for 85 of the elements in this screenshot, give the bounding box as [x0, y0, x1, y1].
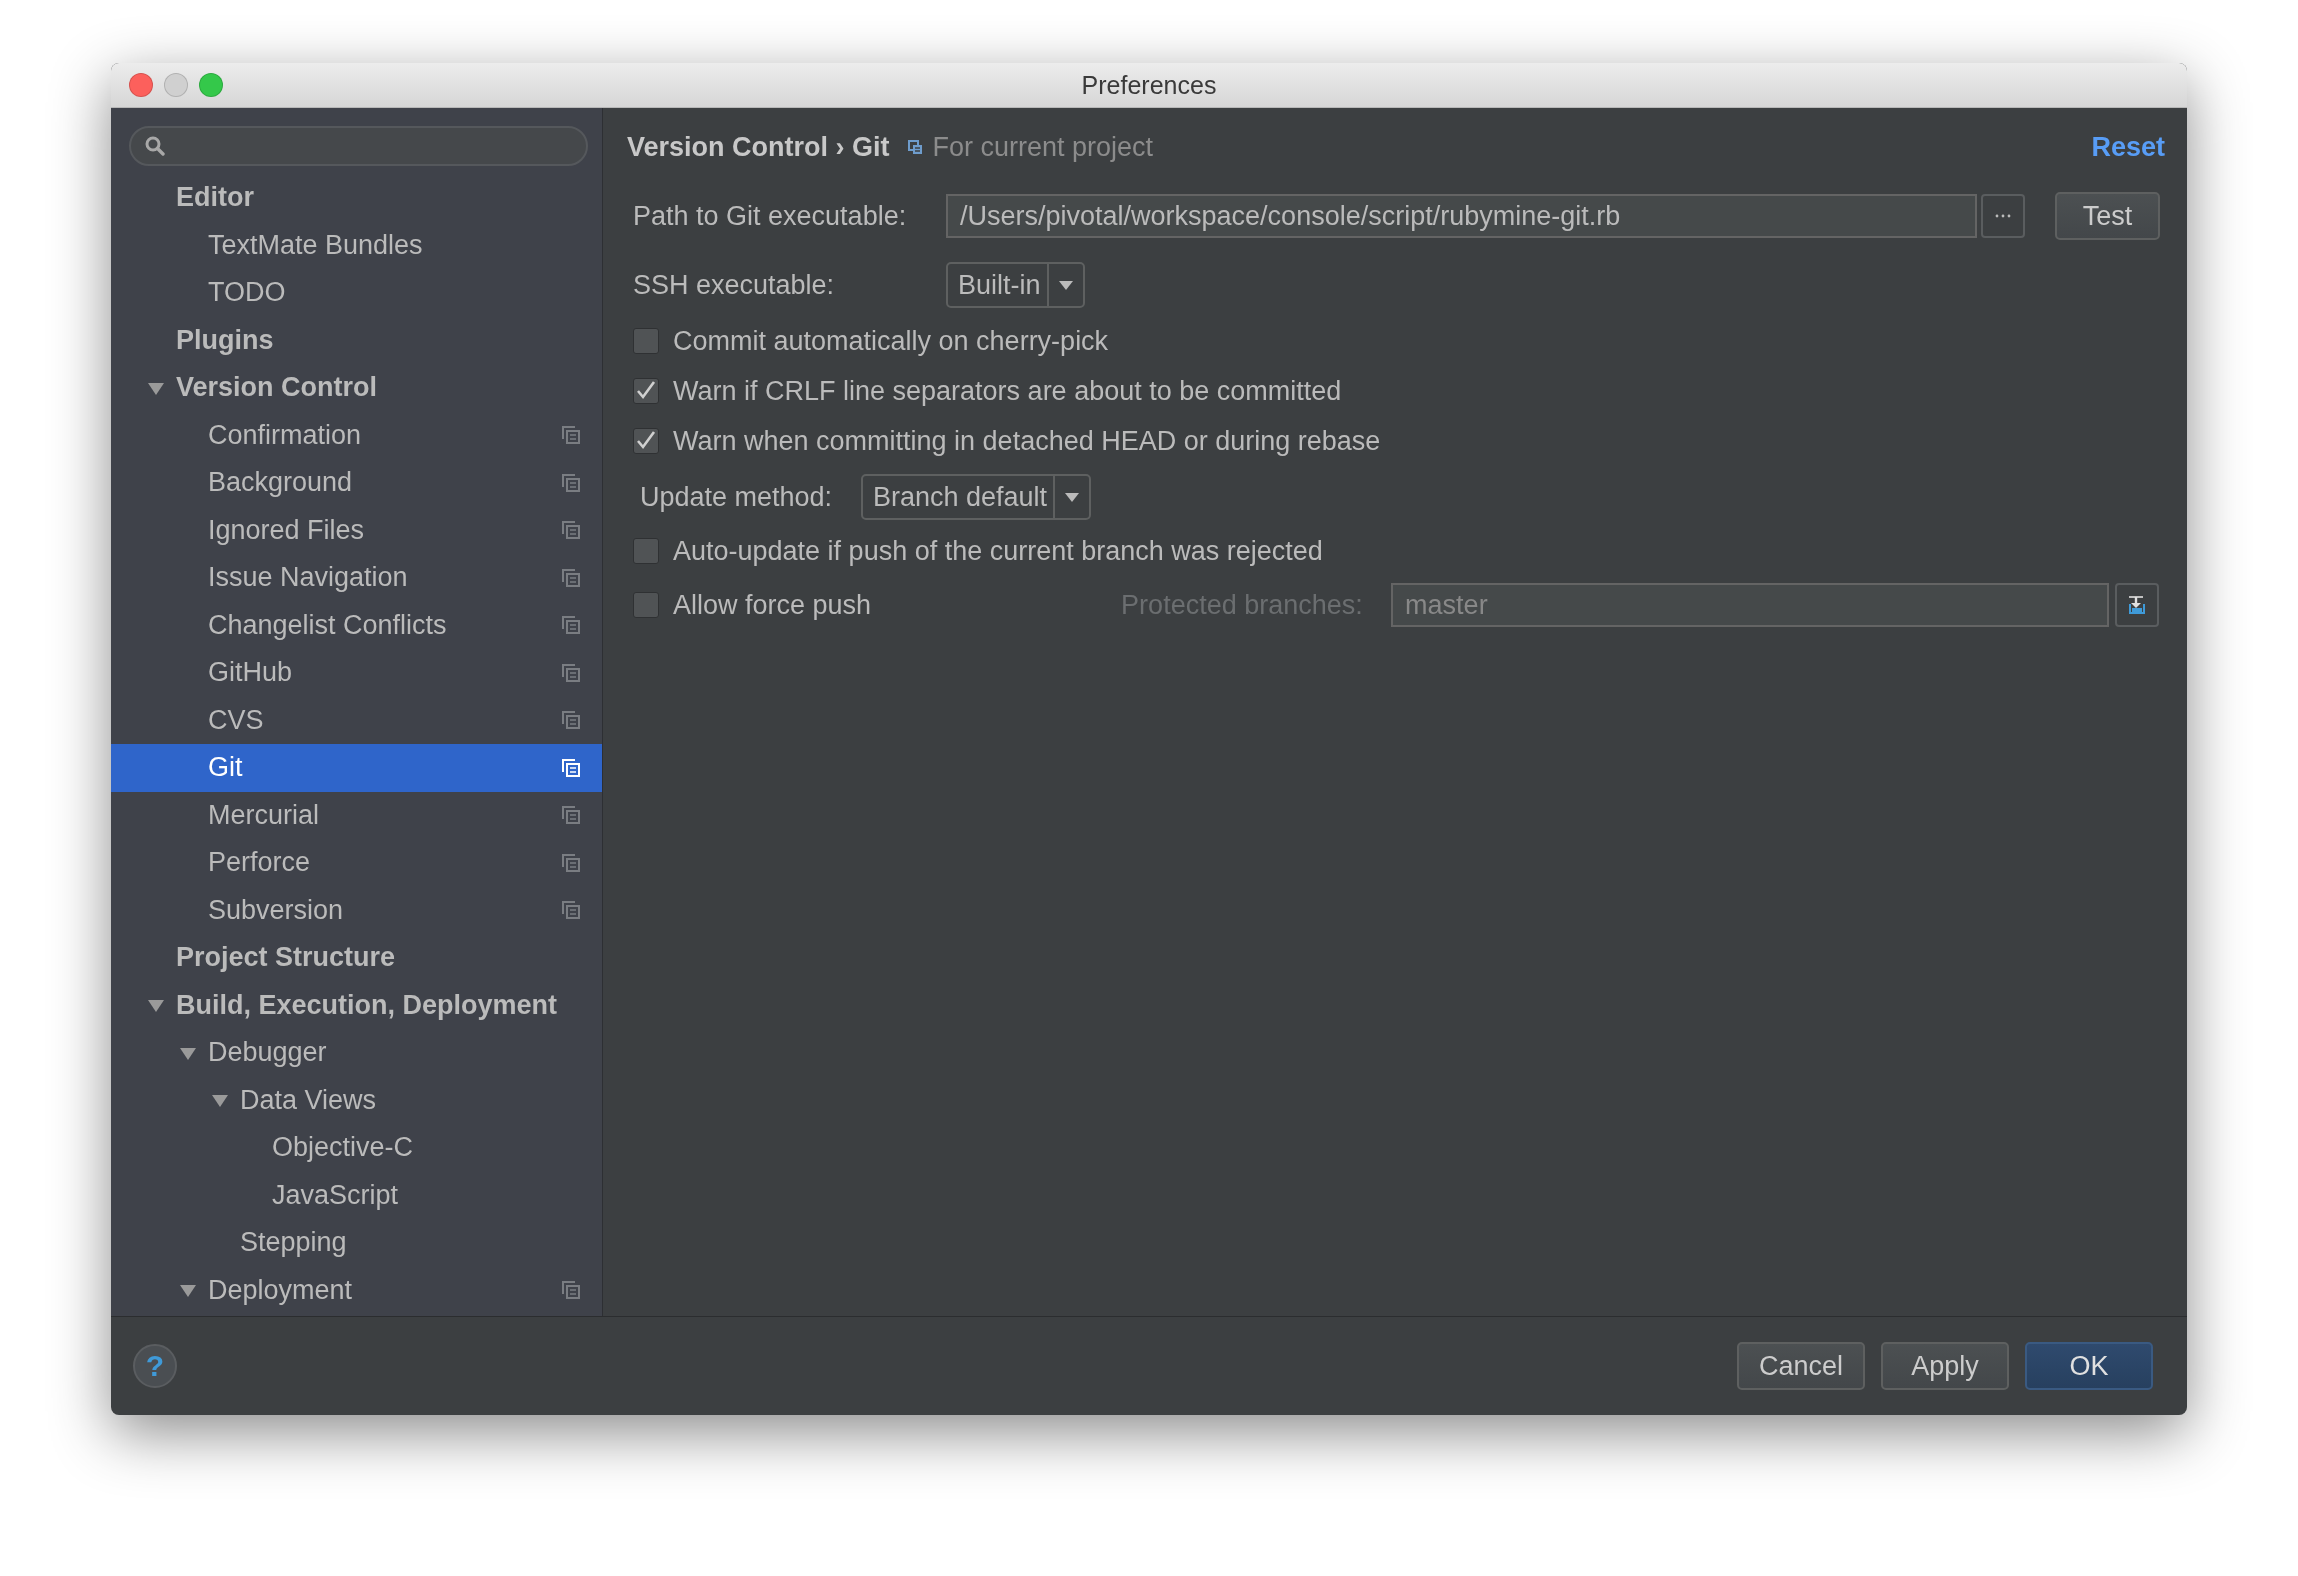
close-button[interactable]	[129, 73, 153, 97]
item-label: Confirmation	[208, 419, 363, 451]
item-label: Issue Navigation	[208, 562, 409, 594]
checkbox[interactable]	[633, 428, 659, 454]
checkbox[interactable]	[633, 538, 659, 564]
checkbox-label: Auto-update if push of the current branch was rejected	[673, 535, 1323, 567]
stacked-pages-icon	[907, 139, 923, 155]
item-label: JavaScript	[272, 1179, 400, 1211]
caret-icon	[1065, 492, 1080, 502]
checkbox[interactable]	[633, 328, 659, 354]
item-label: Changelist Conflicts	[208, 609, 448, 641]
item-label: Background	[208, 467, 354, 499]
tree-item[interactable]: Ignored Files	[111, 506, 602, 554]
item-label: Deployment	[208, 1274, 354, 1306]
item-label: Debugger	[208, 1037, 328, 1069]
item-label: Stepping	[240, 1227, 348, 1259]
caret-icon	[1058, 280, 1073, 290]
search-icon	[145, 136, 165, 156]
checkbox-label: Allow force push	[673, 589, 872, 621]
item-label: Objective-C	[272, 1132, 415, 1164]
item-label: Git	[208, 752, 244, 784]
tree-item[interactable]: TODO	[111, 269, 602, 317]
dialog-button[interactable]: Cancel	[1737, 1342, 1865, 1390]
tree-item[interactable]: Background	[111, 459, 602, 507]
dialog-button[interactable]: OK	[2025, 1342, 2153, 1390]
tree-item[interactable]: Perforce	[111, 839, 602, 887]
item-label: CVS	[208, 704, 265, 736]
item-label: Subversion	[208, 894, 345, 926]
expand-arrow-icon[interactable]	[148, 997, 164, 1014]
search-field[interactable]	[129, 126, 588, 166]
item-label: Mercurial	[208, 799, 321, 831]
tree-item[interactable]: Objective-C	[111, 1124, 602, 1172]
item-label: GitHub	[208, 657, 294, 689]
checkbox-label: Commit automatically on cherry-pick	[673, 325, 1109, 357]
tree-item[interactable]: Data Views	[111, 1076, 602, 1124]
import-button[interactable]	[2115, 583, 2160, 627]
scope-label: For current project	[932, 131, 1154, 163]
breadcrumb: Version Control › Git	[627, 131, 890, 163]
tree-item[interactable]: Project Structure	[111, 934, 602, 982]
item-label: Version Control	[176, 372, 379, 404]
tree-item[interactable]: Stepping	[111, 1219, 602, 1267]
path-field[interactable]: /Users/pivotal/workspace/console/script/rubymine-git.rb	[946, 194, 1977, 238]
item-label: Project Structure	[176, 942, 397, 974]
expand-arrow-icon[interactable]	[180, 1282, 196, 1299]
window-title: Preferences	[1081, 70, 1217, 100]
dialog-button[interactable]: Apply	[1881, 1342, 2009, 1390]
tree-item[interactable]: GitHub	[111, 649, 602, 697]
tree-item[interactable]: Git	[111, 744, 602, 792]
download-icon	[2127, 595, 2148, 615]
tree-item[interactable]: Subversion	[111, 886, 602, 934]
field-label: SSH executable:	[633, 269, 836, 301]
expand-arrow-icon[interactable]	[212, 1092, 228, 1109]
item-label: Perforce	[208, 847, 312, 879]
dropdown[interactable]: Built-in	[946, 262, 1085, 308]
tree-item[interactable]: Plugins	[111, 316, 602, 364]
tree-item[interactable]: JavaScript	[111, 1171, 602, 1219]
tree-item[interactable]: TextMate Bundles	[111, 221, 602, 269]
zoom-button[interactable]	[199, 73, 223, 97]
dropdown[interactable]: Branch default	[861, 474, 1092, 520]
tree-item[interactable]: Deployment	[111, 1266, 602, 1314]
checkbox-label: Warn if CRLF line separators are about to be committed	[673, 375, 1342, 407]
test-button[interactable]: Test	[2055, 192, 2160, 240]
checkbox-label: Warn when committing in detached HEAD or during rebase	[673, 425, 1381, 457]
item-label: Plugins	[176, 324, 275, 356]
item-label: Editor	[176, 182, 255, 214]
field-label: Update method:	[640, 481, 834, 513]
tree-item[interactable]: Confirmation	[111, 411, 602, 459]
tree-item[interactable]: Mercurial	[111, 791, 602, 839]
item-label: Build, Execution, Deployment	[176, 989, 559, 1021]
tree-item[interactable]: Issue Navigation	[111, 554, 602, 602]
tree-item[interactable]: CVS	[111, 696, 602, 744]
reset-link[interactable]: Reset	[2091, 131, 2165, 163]
field-label: Path to Git executable:	[633, 200, 908, 232]
tree-item[interactable]: Changelist Conflicts	[111, 601, 602, 649]
tree-item[interactable]: Debugger	[111, 1029, 602, 1077]
item-label: TextMate Bundles	[208, 229, 424, 261]
ellipsis-icon	[1995, 214, 2011, 218]
checkbox[interactable]	[633, 378, 659, 404]
item-label: Ignored Files	[208, 514, 366, 546]
tree-item[interactable]: Version Control	[111, 364, 602, 412]
tree-item[interactable]: Editor	[111, 174, 602, 222]
item-label: TODO	[208, 277, 287, 309]
tree-item[interactable]: Build, Execution, Deployment	[111, 981, 602, 1029]
item-label: Data Views	[240, 1084, 378, 1116]
help-button[interactable]: ?	[133, 1344, 177, 1388]
